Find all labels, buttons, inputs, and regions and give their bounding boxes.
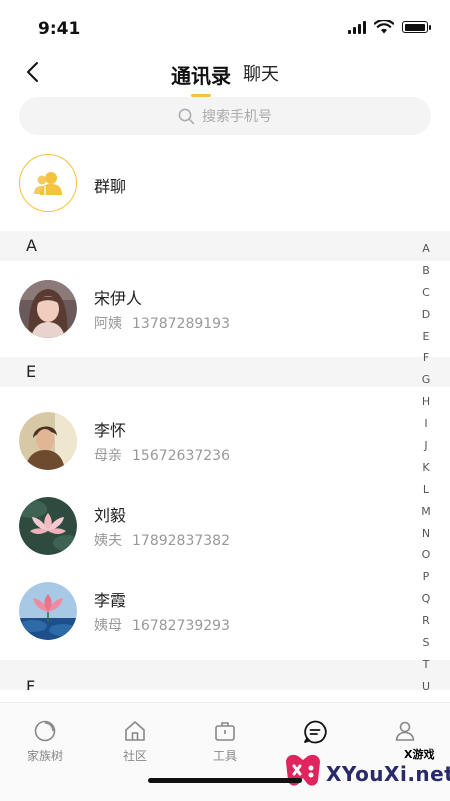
tab-label: 聊天 (243, 64, 279, 85)
circle-icon (34, 720, 56, 742)
index-letter[interactable]: K (422, 457, 429, 479)
section-letter: A (26, 236, 37, 255)
contact-relation: 姨母 (94, 618, 122, 634)
index-letter[interactable]: U (422, 676, 430, 698)
contact-phone: 15672637236 (132, 448, 230, 464)
signal-icon (348, 20, 366, 34)
group-chat-row[interactable]: 群聊 (0, 152, 450, 216)
contact-relation: 阿姨 (94, 316, 122, 332)
contact-meta: 姨母 16782739293 (94, 615, 230, 635)
tab-family-tree[interactable]: 家族树 (0, 719, 90, 764)
tabbar-label: 社区 (122, 749, 147, 763)
tab-contacts[interactable]: 通讯录 (171, 60, 231, 97)
watermark-logo: X游戏 XYouXi.net (278, 740, 450, 800)
avatar (19, 412, 77, 470)
index-letter[interactable]: C (422, 282, 430, 304)
contact-row[interactable]: 刘毅 姨夫 17892837382 (0, 497, 410, 567)
wifi-icon (374, 20, 394, 34)
tab-tools[interactable]: 工具 (180, 719, 270, 764)
index-letter[interactable]: E (423, 326, 430, 348)
avatar (19, 280, 77, 338)
contact-row[interactable]: 李霞 姨母 16782739293 (0, 582, 410, 652)
toolbox-icon (215, 722, 235, 741)
index-letter[interactable]: T (423, 654, 430, 676)
section-header-f: F (0, 660, 450, 696)
top-nav: 通讯录 聊天 (0, 56, 450, 97)
status-bar: 9:41 (0, 0, 450, 56)
battery-icon (402, 21, 431, 33)
index-letter[interactable]: F (423, 347, 429, 369)
watermark-main-text: XYouXi.net (326, 762, 450, 786)
contact-name: 李怀 (94, 421, 127, 440)
tabbar-label: 家族树 (26, 749, 63, 763)
contact-meta: 阿姨 13787289193 (94, 313, 230, 333)
watermark-small-text: X游戏 (404, 748, 435, 761)
index-letter[interactable]: N (422, 523, 430, 545)
tab-community[interactable]: 社区 (90, 719, 180, 764)
avatar (19, 582, 77, 640)
contact-phone: 16782739293 (132, 618, 230, 634)
tab-label: 通讯录 (171, 64, 231, 88)
index-letter[interactable]: O (422, 544, 431, 566)
group-avatar (19, 154, 77, 212)
gamepad-logo-icon (286, 754, 320, 786)
home-icon (125, 721, 145, 741)
contact-name: 宋伊人 (94, 289, 143, 308)
index-letter[interactable]: H (422, 391, 430, 413)
nav-tabs: 通讯录 聊天 (0, 60, 450, 97)
contact-meta: 母亲 15672637236 (94, 445, 230, 465)
index-letter[interactable]: J (424, 435, 427, 457)
contact-relation: 母亲 (94, 448, 122, 464)
status-time: 9:41 (38, 19, 81, 39)
index-letter[interactable]: S (423, 632, 430, 654)
tabbar-label: 工具 (212, 749, 237, 763)
group-chat-label: 群聊 (94, 177, 127, 196)
contact-phone: 17892837382 (132, 533, 230, 549)
contact-row[interactable]: 宋伊人 阿姨 13787289193 (0, 280, 410, 350)
contact-name: 刘毅 (94, 506, 127, 525)
section-letter: E (26, 362, 37, 381)
index-letter[interactable]: D (422, 304, 430, 326)
search-input[interactable]: 搜索手机号 (19, 97, 431, 135)
contact-relation: 姨夫 (94, 533, 122, 549)
status-icons (348, 20, 431, 34)
index-letter[interactable]: G (422, 369, 431, 391)
contact-name: 李霞 (94, 591, 127, 610)
section-header-a: A (0, 231, 450, 261)
index-letter[interactable]: L (423, 479, 429, 501)
section-header-e: E (0, 357, 450, 387)
contact-phone: 13787289193 (132, 316, 230, 332)
index-letter[interactable]: M (421, 501, 431, 523)
search-icon (178, 108, 195, 124)
avatar (19, 497, 77, 555)
index-letter[interactable]: R (422, 610, 430, 632)
contact-meta: 姨夫 17892837382 (94, 530, 230, 550)
alphabet-index[interactable]: ABCDEFGHIJKLMNOPQRSTU (414, 238, 438, 698)
section-body-f (0, 690, 450, 702)
index-letter[interactable]: B (422, 260, 430, 282)
index-letter[interactable]: Q (422, 588, 431, 610)
tab-chat[interactable]: 聊天 (243, 60, 279, 89)
index-letter[interactable]: A (422, 238, 430, 260)
home-indicator (148, 778, 302, 783)
index-letter[interactable]: I (424, 413, 427, 435)
contact-row[interactable]: 李怀 母亲 15672637236 (0, 412, 410, 482)
group-icon (34, 172, 62, 195)
search-placeholder: 搜索手机号 (202, 109, 272, 125)
index-letter[interactable]: P (423, 566, 430, 588)
